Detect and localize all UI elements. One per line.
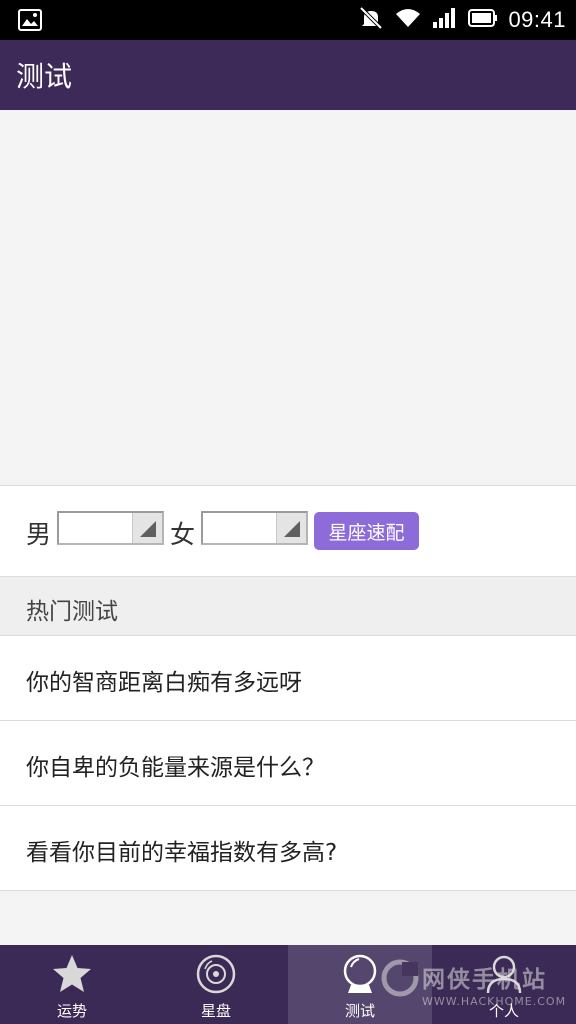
muted-icon [358, 6, 384, 34]
test-title: 你的智商距离白痴有多远呀 [26, 670, 302, 696]
tab-label: 运势 [56, 1002, 87, 1020]
watermark-logo-icon [381, 959, 419, 997]
signal-icon [432, 7, 458, 33]
female-sign-select[interactable] [201, 511, 308, 545]
section-title: 热门测试 [26, 599, 118, 625]
watermark-title: 网侠手机站 [422, 967, 547, 993]
crystal-ball-icon [339, 953, 381, 999]
app-bar: 测试 [0, 40, 576, 110]
empty-area [0, 891, 576, 945]
watermark-subtitle: WWW.HACKHOME.COM [422, 995, 567, 1008]
test-title: 看看你目前的幸福指数有多高? [26, 840, 338, 866]
hot-tests-header: 热门测试 [0, 577, 576, 636]
screen: 09:41 测试 男 女 星座速配 热门测试 你的智商距离白痴有多远呀 你自卑的… [0, 0, 576, 1024]
dropdown-arrow-icon [284, 521, 300, 537]
battery-icon [468, 8, 498, 32]
star-icon [51, 953, 93, 999]
page-title: 测试 [16, 60, 73, 93]
tab-label: 星盘 [200, 1002, 231, 1020]
tab-chart[interactable]: 星盘 [144, 945, 288, 1024]
watermark: 网侠手机站 WWW.HACKHOME.COM [380, 950, 576, 1020]
wifi-icon [394, 7, 422, 33]
banner-area [0, 110, 576, 486]
test-title: 你自卑的负能量来源是什么？ [26, 755, 325, 781]
list-item[interactable]: 你自卑的负能量来源是什么？ [0, 721, 576, 806]
status-bar: 09:41 [0, 0, 576, 40]
zodiac-match-button[interactable]: 星座速配 [314, 512, 419, 550]
image-icon [18, 9, 42, 35]
male-label: 男 [26, 520, 52, 549]
list-item[interactable]: 你的智商距离白痴有多远呀 [0, 636, 576, 721]
status-time: 09:41 [508, 7, 566, 32]
tab-fortune[interactable]: 运势 [0, 945, 144, 1024]
female-label: 女 [170, 520, 196, 549]
disc-icon [195, 953, 237, 999]
list-item[interactable]: 看看你目前的幸福指数有多高? [0, 806, 576, 891]
male-sign-select[interactable] [57, 511, 164, 545]
dropdown-arrow-icon [140, 521, 156, 537]
